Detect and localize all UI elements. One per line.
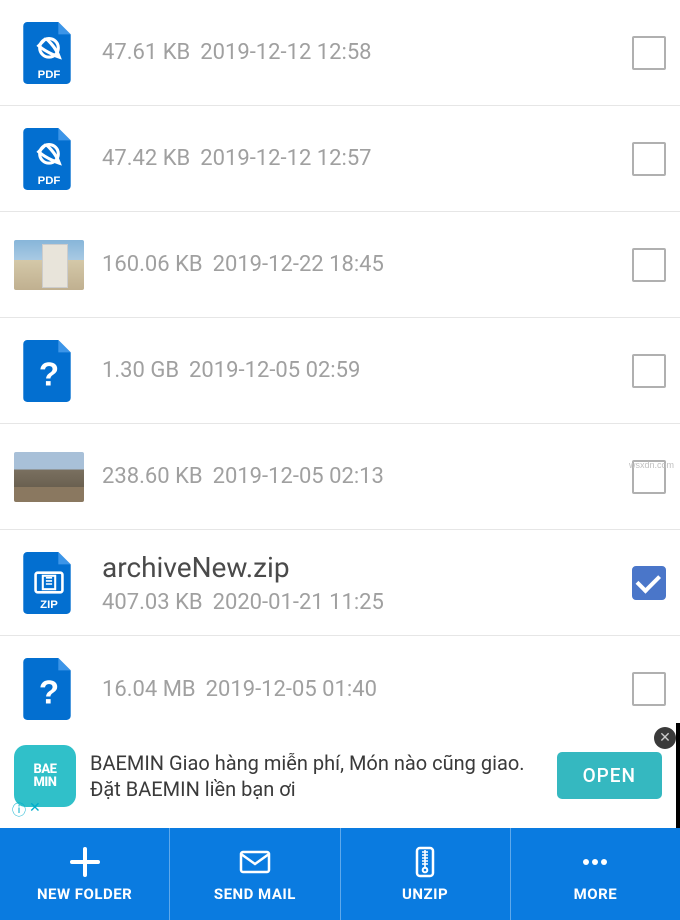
file-date: 2019-12-05 01:40 (206, 677, 377, 702)
send-mail-label: SEND MAIL (214, 885, 296, 903)
file-info: 47.61 KB 2019-12-12 12:58 (102, 40, 614, 65)
file-size: 1.30 GB (102, 358, 179, 383)
unknown-file-icon (14, 336, 84, 406)
file-checkbox[interactable] (632, 142, 666, 176)
unknown-file-icon (14, 654, 84, 723)
file-info: 1.30 GB 2019-12-05 02:59 (102, 358, 614, 383)
file-date: 2019-12-05 02:13 (213, 464, 384, 489)
file-date: 2019-12-22 18:45 (213, 252, 384, 277)
ad-open-button[interactable]: OPEN (557, 752, 662, 799)
file-row[interactable]: 1.30 GB 2019-12-05 02:59 (0, 318, 680, 424)
file-meta: 160.06 KB 2019-12-22 18:45 (102, 252, 614, 277)
plus-icon (68, 845, 102, 879)
file-checkbox[interactable] (632, 566, 666, 600)
file-row[interactable]: 160.06 KB 2019-12-22 18:45 (0, 212, 680, 318)
file-info: 16.04 MB 2019-12-05 01:40 (102, 677, 614, 702)
file-size: 238.60 KB (102, 464, 203, 489)
file-size: 160.06 KB (102, 252, 203, 277)
ad-banner[interactable]: BAE MIN ⓘ ✕ BAEMIN Giao hàng miễn phí, M… (0, 723, 680, 828)
image-thumbnail (14, 452, 84, 502)
file-size: 16.04 MB (102, 677, 196, 702)
file-row[interactable]: 16.04 MB 2019-12-05 01:40 (0, 636, 680, 723)
file-meta: 1.30 GB 2019-12-05 02:59 (102, 358, 614, 383)
file-meta: 47.61 KB 2019-12-12 12:58 (102, 40, 614, 65)
info-icon[interactable]: ⓘ (12, 800, 26, 820)
file-meta: 16.04 MB 2019-12-05 01:40 (102, 677, 614, 702)
file-size: 47.42 KB (102, 146, 190, 171)
ad-text: BAEMIN Giao hàng miễn phí, Món nào cũng … (90, 750, 543, 802)
file-checkbox[interactable] (632, 36, 666, 70)
more-icon (578, 845, 612, 879)
file-size: 407.03 KB (102, 590, 203, 615)
ad-logo: BAE MIN (14, 745, 76, 807)
send-mail-button[interactable]: SEND MAIL (170, 828, 339, 920)
mail-icon (238, 845, 272, 879)
file-checkbox[interactable] (632, 354, 666, 388)
adchoices-close-icon[interactable]: ✕ (29, 800, 41, 820)
file-meta: 47.42 KB 2019-12-12 12:57 (102, 146, 614, 171)
file-row[interactable]: 47.42 KB 2019-12-12 12:57 (0, 106, 680, 212)
zip-file-icon (14, 548, 84, 618)
file-meta: archiveNew.zip 407.03 KB 2020-01-21 11:25 (102, 551, 614, 615)
pdf-file-icon (14, 18, 84, 88)
file-list[interactable]: 47.61 KB 2019-12-12 12:58 47.42 KB 2019-12-… (0, 0, 680, 723)
unzip-button[interactable]: UNZIP (341, 828, 510, 920)
file-checkbox[interactable] (632, 248, 666, 282)
ad-info-icons[interactable]: ⓘ ✕ (12, 800, 41, 820)
file-row[interactable]: archiveNew.zip 407.03 KB 2020-01-21 11:25 (0, 530, 680, 636)
ad-close-button[interactable]: ✕ (654, 727, 676, 749)
file-meta: 238.60 KB 2019-12-05 02:13 (102, 464, 614, 489)
file-row[interactable]: 47.61 KB 2019-12-12 12:58 (0, 0, 680, 106)
file-info: 160.06 KB 2019-12-22 18:45 (102, 252, 614, 277)
unzip-label: UNZIP (402, 885, 448, 903)
file-date: 2019-12-12 12:57 (200, 146, 371, 171)
file-info: 407.03 KB 2020-01-21 11:25 (102, 590, 614, 615)
file-date: 2019-12-05 02:59 (189, 358, 360, 383)
file-row[interactable]: 238.60 KB 2019-12-05 02:13 (0, 424, 680, 530)
bottom-toolbar: NEW FOLDER SEND MAIL UNZIP MORE (0, 828, 680, 920)
more-label: MORE (574, 885, 618, 903)
more-button[interactable]: MORE (511, 828, 680, 920)
file-date: 2019-12-12 12:58 (200, 40, 371, 65)
unzip-icon (408, 845, 442, 879)
file-date: 2020-01-21 11:25 (213, 590, 384, 615)
watermark: wsxdn.com (629, 460, 674, 470)
file-info: 47.42 KB 2019-12-12 12:57 (102, 146, 614, 171)
new-folder-button[interactable]: NEW FOLDER (0, 828, 169, 920)
file-info: 238.60 KB 2019-12-05 02:13 (102, 464, 614, 489)
file-name: archiveNew.zip (102, 551, 614, 584)
file-checkbox[interactable] (632, 672, 666, 706)
image-thumbnail (14, 240, 84, 290)
file-size: 47.61 KB (102, 40, 190, 65)
new-folder-label: NEW FOLDER (37, 885, 132, 903)
pdf-file-icon (14, 124, 84, 194)
